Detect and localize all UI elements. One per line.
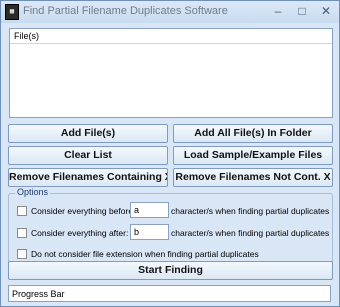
- remove-not-containing-button[interactable]: Remove Filenames Not Cont. X: [173, 168, 333, 187]
- maximize-icon[interactable]: □: [295, 4, 309, 18]
- options-group: Options Consider everything before: a ch…: [8, 187, 333, 268]
- after-checkbox[interactable]: [17, 228, 27, 238]
- file-list[interactable]: File(s): [9, 28, 333, 118]
- after-label: Consider everything after:: [31, 228, 129, 238]
- window-title: Find Partial Filename Duplicates Softwar…: [23, 5, 228, 17]
- load-sample-button[interactable]: Load Sample/Example Files: [173, 146, 333, 165]
- before-label: Consider everything before:: [31, 206, 136, 216]
- before-tail-label: character/s when finding partial duplica…: [171, 206, 330, 216]
- clear-list-button[interactable]: Clear List: [8, 146, 168, 165]
- ignore-ext-checkbox[interactable]: [17, 249, 27, 259]
- add-files-button[interactable]: Add File(s): [8, 124, 168, 143]
- app-window: ▦ Find Partial Filename Duplicates Softw…: [0, 0, 340, 307]
- ignore-ext-option-row: Do not consider file extension when find…: [17, 249, 259, 259]
- start-finding-button[interactable]: Start Finding: [8, 261, 333, 280]
- after-input[interactable]: b: [130, 224, 169, 240]
- minimize-icon[interactable]: –: [271, 4, 285, 18]
- progress-label: Progress Bar: [12, 289, 65, 299]
- after-tail-label: character/s when finding partial duplica…: [171, 228, 330, 238]
- file-list-header[interactable]: File(s): [10, 29, 332, 44]
- before-option-row: Consider everything before:: [17, 206, 135, 216]
- add-all-folder-button[interactable]: Add All File(s) In Folder: [173, 124, 333, 143]
- remove-containing-button[interactable]: Remove Filenames Containing X: [8, 168, 168, 187]
- options-legend: Options: [15, 187, 51, 197]
- progress-bar: Progress Bar: [8, 285, 331, 302]
- title-bar: ▦ Find Partial Filename Duplicates Softw…: [1, 1, 339, 23]
- before-checkbox[interactable]: [17, 206, 27, 216]
- before-input[interactable]: a: [130, 202, 169, 218]
- after-option-row: Consider everything after:: [17, 228, 128, 238]
- app-icon: ▦: [5, 4, 19, 20]
- close-icon[interactable]: ✕: [319, 4, 333, 18]
- ignore-ext-label: Do not consider file extension when find…: [31, 249, 259, 259]
- client-area: File(s) Add File(s) Add All File(s) In F…: [1, 23, 339, 306]
